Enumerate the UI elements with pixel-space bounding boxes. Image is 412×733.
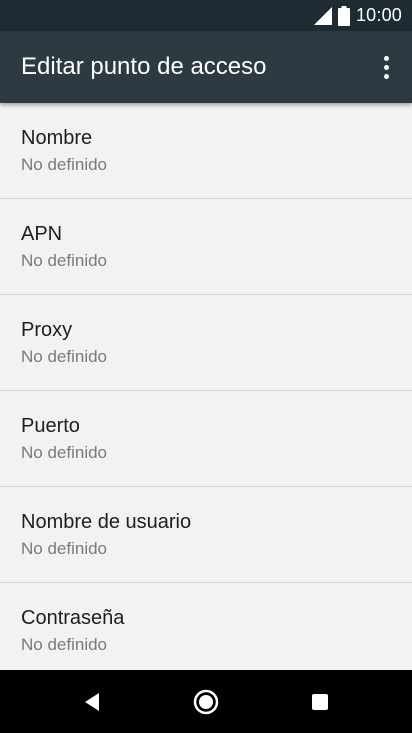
setting-title: Proxy bbox=[21, 319, 73, 341]
page-title: Editar punto de acceso bbox=[21, 53, 267, 80]
setting-value: No definido bbox=[21, 155, 108, 174]
signal-icon bbox=[313, 6, 332, 25]
setting-name[interactable]: Nombre No definido bbox=[0, 103, 412, 199]
setting-value: No definido bbox=[21, 635, 108, 654]
status-time: 10:00 bbox=[355, 5, 402, 25]
setting-title: Nombre bbox=[21, 127, 93, 149]
setting-title: APN bbox=[21, 223, 63, 245]
back-button[interactable] bbox=[62, 670, 122, 733]
more-vert-icon bbox=[383, 55, 389, 61]
setting-title: Nombre de usuario bbox=[21, 511, 192, 533]
apn-settings-list: Nombre No definido APN No definido Proxy… bbox=[0, 103, 412, 670]
home-button[interactable] bbox=[176, 670, 236, 733]
status-bar: 10:00 bbox=[0, 0, 412, 31]
setting-proxy[interactable]: Proxy No definido bbox=[0, 295, 412, 391]
setting-value: No definido bbox=[21, 443, 108, 462]
home-icon bbox=[193, 689, 219, 714]
recents-button[interactable] bbox=[290, 670, 350, 733]
setting-username[interactable]: Nombre de usuario No definido bbox=[0, 487, 412, 583]
setting-title: Contraseña bbox=[21, 607, 125, 629]
app-bar: Editar punto de acceso bbox=[0, 31, 412, 103]
status-icons: 10:00 bbox=[313, 0, 402, 31]
setting-password[interactable]: Contraseña No definido bbox=[0, 583, 412, 670]
setting-value: No definido bbox=[21, 347, 108, 366]
setting-apn[interactable]: APN No definido bbox=[0, 199, 412, 295]
setting-value: No definido bbox=[21, 251, 108, 270]
battery-icon bbox=[337, 5, 350, 26]
navigation-bar bbox=[0, 670, 412, 733]
back-icon bbox=[85, 692, 99, 711]
recents-icon bbox=[312, 693, 328, 710]
more-options-button[interactable] bbox=[374, 49, 398, 85]
setting-port[interactable]: Puerto No definido bbox=[0, 391, 412, 487]
setting-title: Puerto bbox=[21, 415, 80, 437]
setting-value: No definido bbox=[21, 539, 108, 558]
